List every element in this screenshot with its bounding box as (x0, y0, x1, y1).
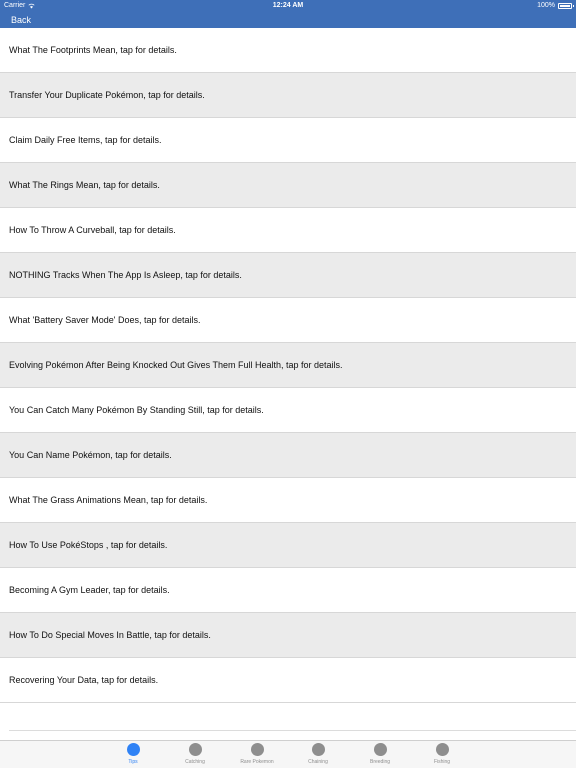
fishing-icon (435, 743, 449, 756)
battery-indicator: 100% (537, 0, 574, 12)
tip-row[interactable]: Becoming A Gym Leader, tap for details. (0, 568, 576, 613)
tip-row-label: You Can Catch Many Pokémon By Standing S… (9, 405, 264, 415)
navigation-bar: Carrier 12:24 AM 100% Back (0, 0, 576, 28)
clock: 12:24 AM (272, 2, 304, 9)
tab-chaining[interactable]: Chaining (288, 743, 348, 767)
tab-label: Catching (185, 759, 205, 765)
tip-row[interactable]: Evolving Pokémon After Being Knocked Out… (0, 343, 576, 388)
list-bottom-separator (9, 730, 576, 731)
tab-label: Rare Pokemon (240, 759, 274, 765)
battery-icon (558, 3, 574, 9)
tip-row-label: Transfer Your Duplicate Pokémon, tap for… (9, 90, 205, 100)
status-bar: Carrier 12:24 AM 100% (0, 0, 576, 12)
back-button[interactable]: Back (11, 14, 31, 26)
battery-fill (560, 5, 570, 7)
tip-row[interactable]: How To Use PokéStops , tap for details. (0, 523, 576, 568)
app-screen: Carrier 12:24 AM 100% Back What The Foot… (0, 0, 576, 768)
tab-label: Chaining (308, 759, 328, 765)
catching-icon (188, 743, 202, 756)
tip-row-label: NOTHING Tracks When The App Is Asleep, t… (9, 270, 242, 280)
tip-row[interactable]: What 'Battery Saver Mode' Does, tap for … (0, 298, 576, 343)
tip-row-label: What 'Battery Saver Mode' Does, tap for … (9, 315, 201, 325)
tip-row[interactable]: Recovering Your Data, tap for details. (0, 658, 576, 703)
tips-icon (126, 743, 140, 756)
tip-row[interactable]: What The Rings Mean, tap for details. (0, 163, 576, 208)
battery-percent: 100% (537, 2, 555, 9)
tab-tips[interactable]: Tips (103, 743, 163, 767)
tip-row-label: Claim Daily Free Items, tap for details. (9, 135, 162, 145)
tip-row-label: Becoming A Gym Leader, tap for details. (9, 585, 170, 595)
tab-catching[interactable]: Catching (165, 743, 225, 767)
tip-row[interactable]: Claim Daily Free Items, tap for details. (0, 118, 576, 163)
tip-row[interactable]: Transfer Your Duplicate Pokémon, tap for… (0, 73, 576, 118)
tab-breeding[interactable]: Breeding (350, 743, 410, 767)
rare-pokemon-icon (250, 743, 264, 756)
tip-row-label: How To Do Special Moves In Battle, tap f… (9, 630, 211, 640)
tip-row[interactable]: What The Footprints Mean, tap for detail… (0, 28, 576, 73)
tab-label: Tips (128, 759, 138, 765)
tip-row-label: How To Use PokéStops , tap for details. (9, 540, 168, 550)
breeding-icon (373, 743, 387, 756)
tip-row[interactable]: NOTHING Tracks When The App Is Asleep, t… (0, 253, 576, 298)
tip-row-label: Evolving Pokémon After Being Knocked Out… (9, 360, 343, 370)
tip-row[interactable]: You Can Name Pokémon, tap for details. (0, 433, 576, 478)
tab-rare-pokemon[interactable]: Rare Pokemon (227, 743, 287, 767)
tab-fishing[interactable]: Fishing (412, 743, 472, 767)
tip-row[interactable]: What The Grass Animations Mean, tap for … (0, 478, 576, 523)
chaining-icon (311, 743, 325, 756)
tip-row[interactable]: You Can Catch Many Pokémon By Standing S… (0, 388, 576, 433)
tip-row[interactable]: How To Throw A Curveball, tap for detail… (0, 208, 576, 253)
tip-row-label: What The Rings Mean, tap for details. (9, 180, 160, 190)
tip-row-label: What The Footprints Mean, tap for detail… (9, 45, 177, 55)
tip-row-label: What The Grass Animations Mean, tap for … (9, 495, 208, 505)
tip-row-label: You Can Name Pokémon, tap for details. (9, 450, 172, 460)
tab-label: Breeding (369, 759, 390, 765)
tip-row[interactable]: How To Do Special Moves In Battle, tap f… (0, 613, 576, 658)
tip-row-label: Recovering Your Data, tap for details. (9, 675, 159, 685)
tips-list: What The Footprints Mean, tap for detail… (0, 28, 576, 703)
tab-bar: Tips Catching Rare Pokemon Chaining Breeding… (0, 740, 576, 768)
tab-label: Fishing (433, 759, 451, 765)
battery-nub (573, 5, 574, 7)
tip-row-label: How To Throw A Curveball, tap for detail… (9, 225, 176, 235)
